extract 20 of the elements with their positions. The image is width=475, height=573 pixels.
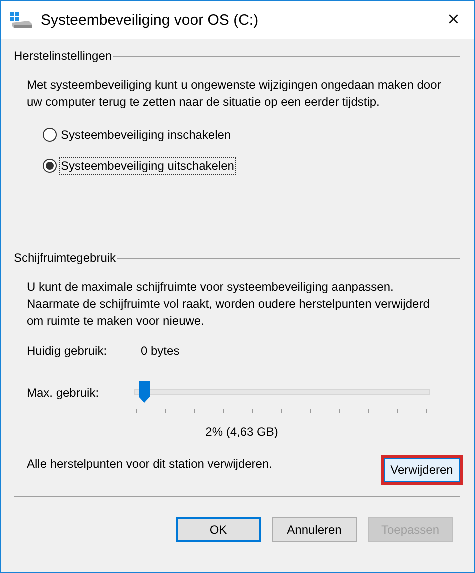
dialog-button[interactable]: OK bbox=[176, 517, 261, 542]
current-usage-value: 0 bytes bbox=[141, 344, 180, 358]
radio-button[interactable] bbox=[43, 128, 57, 142]
description-text: Met systeembeveiliging kunt u ongewenste wijzigingen ongedaan maken door uw computer terug te zetten naar de situatie op een eerder tijdstip. bbox=[27, 77, 442, 111]
max-usage-reading: 2% (4,63 GB) bbox=[204, 425, 280, 439]
close-button[interactable]: ✕ bbox=[441, 10, 466, 30]
dialog-button[interactable]: Annuleren bbox=[272, 517, 357, 542]
section-heading: Herstelinstellingen bbox=[14, 49, 112, 63]
window-title: Systeembeveiliging voor OS (C:) bbox=[41, 12, 260, 28]
description-text: U kunt de maximale schijfruimte voor systeembeveiliging aanpassen. Naarmate de schijfruimte vol raakt, worden oudere herstelpunten verwijderd om ruimte te maken voor nieuwe. bbox=[27, 279, 431, 330]
max-usage-label: Max. gebruik: bbox=[27, 385, 100, 400]
section-heading: Schijfruimtegebruik bbox=[14, 251, 116, 265]
current-usage-label: Huidig gebruik: bbox=[27, 344, 108, 358]
radio-label[interactable]: Systeembeveiliging inschakelen bbox=[59, 126, 234, 144]
delete-button[interactable]: Verwijderen bbox=[384, 458, 460, 482]
delete-text: Alle herstelpunten voor dit station verwijderen. bbox=[27, 457, 272, 471]
radio-button[interactable] bbox=[43, 159, 57, 173]
drive-icon bbox=[9, 11, 33, 29]
radio-label[interactable]: Systeembeveiliging uitschakelen bbox=[59, 157, 236, 175]
slider-thumb[interactable] bbox=[138, 381, 150, 403]
